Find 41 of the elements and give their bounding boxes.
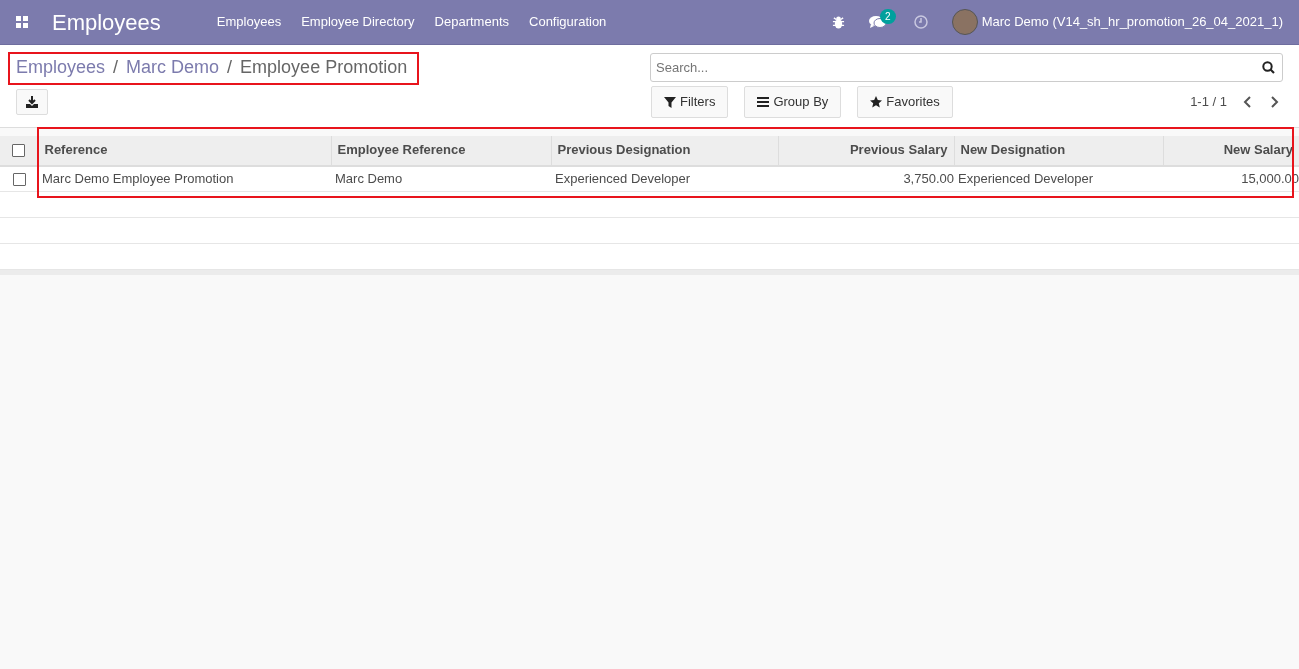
breadcrumb-link[interactable]: Employees	[16, 54, 106, 81]
next-icon[interactable]	[1269, 95, 1279, 108]
download-icon	[26, 95, 38, 108]
pager-value[interactable]: 1-1 / 1	[1190, 92, 1227, 112]
column-header[interactable]: Previous Designation	[551, 135, 778, 166]
search-option-button[interactable]: Group By	[744, 86, 842, 118]
search-option-button[interactable]: Filters	[651, 86, 729, 118]
column-header[interactable]: Reference	[38, 135, 331, 166]
search-option-button[interactable]: Favorites	[857, 86, 953, 118]
row-checkbox[interactable]	[12, 173, 26, 187]
avatar-placeholder	[951, 9, 978, 35]
user-name[interactable]: Marc Demo (V14_sh_hr_promotion_26_04_2021_1)	[981, 12, 1283, 32]
column-header[interactable]: New Designation	[954, 135, 1163, 166]
filter-icon	[664, 95, 676, 108]
table-cell: Marc Demo Employee Promotion	[42, 171, 234, 186]
breadcrumb-separator: /	[227, 56, 233, 79]
search-field[interactable]: Search...	[650, 53, 1283, 82]
download-button[interactable]	[16, 88, 48, 115]
menu-item[interactable]: Employee Directory	[291, 12, 425, 32]
table-cell: 3,750.00	[903, 171, 954, 186]
menu-item[interactable]: Departments	[424, 12, 519, 32]
table-cell: Marc Demo	[335, 171, 403, 186]
breadcrumb-separator: /	[113, 56, 119, 79]
list-icon	[757, 95, 770, 108]
menu-item[interactable]: Employees	[206, 12, 292, 32]
star-icon	[870, 95, 883, 108]
app-title: Employees	[52, 8, 161, 37]
table-cell: Experienced Developer	[555, 171, 691, 186]
menu-item[interactable]: Configuration	[519, 12, 617, 32]
column-header[interactable]: Previous Salary	[778, 135, 954, 166]
column-header[interactable]: New Salary	[1163, 135, 1299, 166]
select-all-checkbox[interactable]	[12, 144, 26, 158]
previous-icon[interactable]	[1243, 95, 1253, 108]
breadcrumb-link[interactable]: Marc Demo	[126, 54, 220, 81]
column-header[interactable]: Employee Reference	[331, 135, 551, 166]
message-count: 2	[880, 8, 896, 24]
apps-menu-icon[interactable]	[16, 16, 28, 28]
bug-icon[interactable]	[832, 15, 846, 29]
table-cell: Experienced Developer	[958, 171, 1094, 186]
breadcrumb-current: Employee Promotion	[240, 56, 408, 79]
search-icon[interactable]	[1262, 61, 1275, 74]
